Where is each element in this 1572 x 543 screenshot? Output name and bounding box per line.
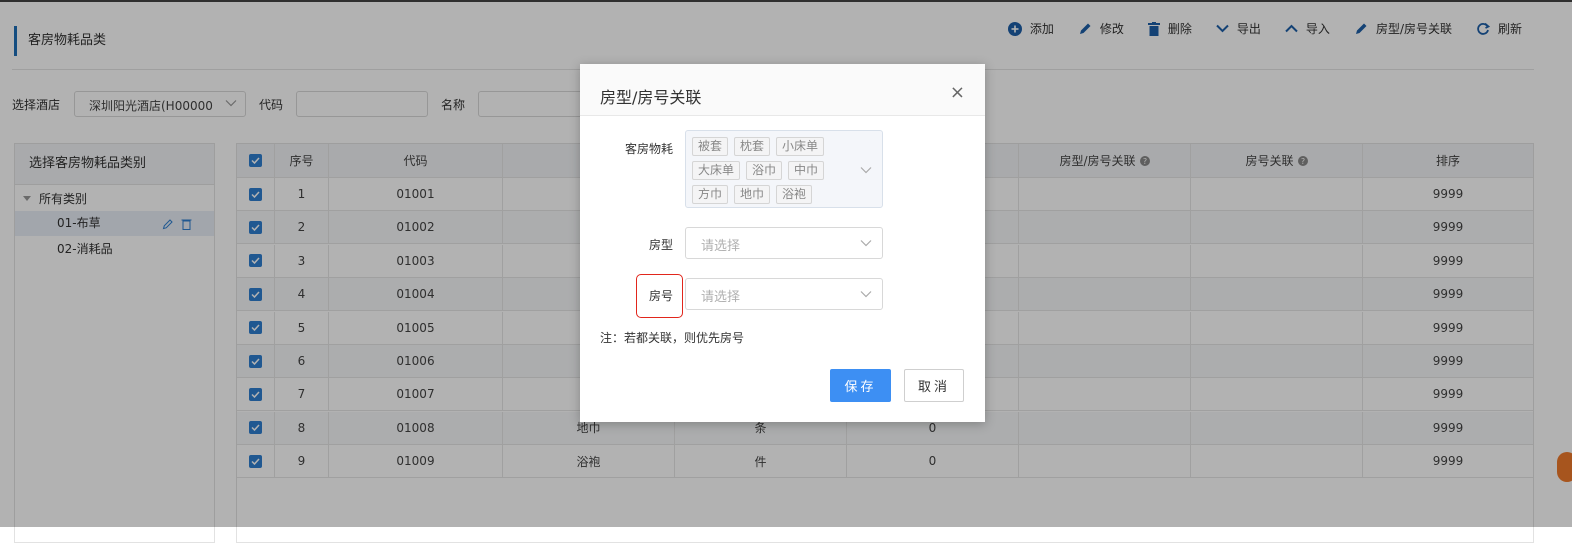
room-link-dialog: 房型/房号关联 × 客房物耗 被套 枕套 小床单 大床单 浴巾 中巾 方巾 地巾… bbox=[580, 64, 985, 422]
chevron-down-icon bbox=[860, 240, 872, 247]
room-no-select[interactable]: 请选择 bbox=[685, 278, 883, 310]
tag: 枕套 bbox=[734, 137, 771, 156]
tag: 地巾 bbox=[734, 185, 771, 204]
dialog-header: 房型/房号关联 × bbox=[580, 64, 985, 116]
tag: 被套 bbox=[692, 137, 729, 156]
cancel-button[interactable]: 取消 bbox=[904, 369, 964, 402]
room-type-select[interactable]: 请选择 bbox=[685, 227, 883, 259]
tag: 大床单 bbox=[692, 161, 741, 180]
room-no-label: 房号 bbox=[648, 289, 673, 303]
chevron-down-icon bbox=[860, 167, 872, 174]
tag: 浴袍 bbox=[776, 185, 813, 204]
save-button[interactable]: 保存 bbox=[830, 369, 891, 402]
room-type-label: 房型 bbox=[648, 238, 673, 252]
consumables-multiselect[interactable]: 被套 枕套 小床单 大床单 浴巾 中巾 方巾 地巾 浴袍 bbox=[685, 130, 883, 208]
consumables-label: 客房物耗 bbox=[624, 142, 673, 156]
dialog-note: 注：若都关联，则优先房号 bbox=[600, 331, 745, 345]
tag: 方巾 bbox=[692, 185, 729, 204]
close-icon[interactable]: × bbox=[950, 82, 965, 103]
tag: 中巾 bbox=[788, 161, 825, 180]
tag: 小床单 bbox=[776, 137, 825, 156]
tag: 浴巾 bbox=[746, 161, 783, 180]
chevron-down-icon bbox=[860, 291, 872, 298]
room-no-placeholder: 请选择 bbox=[701, 290, 741, 305]
room-type-placeholder: 请选择 bbox=[701, 239, 741, 254]
dialog-title: 房型/房号关联 bbox=[600, 88, 702, 107]
